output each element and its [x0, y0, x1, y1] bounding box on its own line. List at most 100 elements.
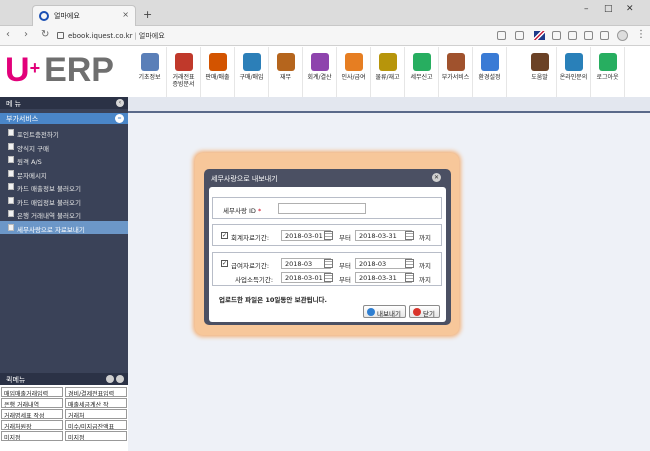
- business-to-word: 까지: [419, 276, 431, 284]
- url-field[interactable]: ebook.iquest.co.kr | 얼마에요: [68, 31, 165, 41]
- menu-item-label: 온라인문의: [559, 74, 588, 81]
- menu-item-label: 재무: [279, 74, 292, 81]
- extension-icon[interactable]: [552, 31, 561, 40]
- sidebar-item[interactable]: 카드 매출정보 불러오기: [0, 180, 128, 194]
- quick-menu-item[interactable]: 매출세금계산 작: [65, 398, 127, 408]
- sidebar-item[interactable]: 은행 거래내역 불러오기: [0, 207, 128, 221]
- menu-item-r0[interactable]: 도움말: [523, 47, 557, 97]
- quick-menu-label: 퀵메뉴: [6, 376, 26, 384]
- payroll-to-calendar-icon[interactable]: [405, 259, 414, 268]
- taxid-row: 세무사랑 ID *: [213, 202, 443, 216]
- language-flag-icon[interactable]: [534, 31, 545, 40]
- taxid-input[interactable]: [278, 203, 366, 214]
- capture-icon[interactable]: [568, 31, 577, 40]
- payroll-checkbox[interactable]: ✓: [221, 260, 228, 267]
- accounting-to-word: 까지: [419, 234, 431, 242]
- menu-item-label: 로그아웃: [596, 74, 619, 81]
- menu-item-r1[interactable]: 온라인문의: [557, 47, 591, 97]
- menu-item-label: 환경설정: [478, 74, 501, 81]
- browser-menu-icon[interactable]: ⋮: [636, 29, 646, 40]
- check-icon: [367, 308, 375, 316]
- payroll-box: ✓ 급여자료기간: 2018-03 부터 2018-03 까지 사업소득기간: …: [212, 252, 442, 286]
- business-label: 사업소득기간:: [235, 276, 274, 284]
- quick-menu-item[interactable]: 거래처원장: [1, 420, 63, 430]
- retention-note: 업로드한 파일은 10일동안 보관됩니다.: [219, 296, 328, 304]
- menu-item-label: 구매/매입: [239, 74, 264, 81]
- reader-icon[interactable]: [497, 31, 506, 40]
- help-icon: [530, 53, 549, 71]
- history-icon[interactable]: [600, 31, 609, 40]
- quick-menu-item[interactable]: 매입매출거래입력: [1, 387, 63, 397]
- quick-menu-item[interactable]: 미지정: [1, 431, 63, 441]
- quick-menu-item[interactable]: 은행 거래내역: [1, 398, 63, 408]
- accounting-box: ✓ 회계자료기간: 2018-03-01 부터 2018-03-31 까지: [212, 224, 442, 246]
- dialog-close-icon[interactable]: ✕: [432, 173, 441, 182]
- export-dialog: 세무사랑으로 내보내기 ✕ 세무사랑 ID * ✓ 회계자료기간: 2018-0…: [204, 169, 451, 325]
- uplus-erp-logo: U+ ERP: [5, 53, 114, 87]
- quick-menu-header: 퀵메뉴: [0, 373, 128, 385]
- tab-close-icon[interactable]: ×: [122, 10, 129, 19]
- quick-menu-item[interactable]: 미수/미지급잔액표: [65, 420, 127, 430]
- document-icon: [8, 129, 14, 136]
- sidebar-item[interactable]: 문자메시지: [0, 167, 128, 181]
- payroll-to-word: 까지: [419, 262, 431, 270]
- maximize-button[interactable]: □: [604, 4, 613, 14]
- sidebar-item[interactable]: 세무사랑으로 자료보내기: [0, 220, 128, 234]
- quick-menu-item[interactable]: 거래명세표 작성: [1, 409, 63, 419]
- menu-item-3[interactable]: 구매/매입: [235, 47, 269, 97]
- window-close-button[interactable]: ✕: [626, 4, 634, 14]
- menu-item-9[interactable]: 부가서비스: [439, 47, 473, 97]
- profile-avatar-icon[interactable]: [617, 30, 628, 41]
- menu-item-0[interactable]: 기초정보: [133, 47, 167, 97]
- accounting-checkbox[interactable]: ✓: [221, 232, 228, 239]
- back-button[interactable]: ‹: [6, 29, 10, 40]
- quick-menu-item[interactable]: 경비/결제전표입력: [65, 387, 127, 397]
- sidebar-item-label: 문자메시지: [17, 171, 47, 180]
- business-to-calendar-icon[interactable]: [405, 273, 414, 282]
- forward-button[interactable]: ›: [24, 29, 28, 40]
- business-to-input[interactable]: 2018-03-31: [355, 272, 412, 283]
- sidebar-menu-list: 포인트충전하기 양식지 구매 원격 A/S 문자메시지 카드 매출정보 불러오기 카드 매…: [0, 126, 128, 234]
- menu-item-4[interactable]: 재무: [269, 47, 303, 97]
- dialog-body: 세무사랑 ID * ✓ 회계자료기간: 2018-03-01 부터 2018-0…: [209, 187, 446, 322]
- sidebar-item[interactable]: 양식지 구매: [0, 140, 128, 154]
- business-from-calendar-icon[interactable]: [324, 273, 333, 282]
- close-button[interactable]: 닫기: [409, 305, 440, 318]
- logistics-icon: [378, 53, 397, 71]
- menu-item-10[interactable]: 환경설정: [473, 47, 507, 97]
- download-icon[interactable]: [584, 31, 593, 40]
- browser-tab[interactable]: 얼마에요 ×: [32, 5, 136, 26]
- menu-item-2[interactable]: 판매/매출: [201, 47, 235, 97]
- accounting-to-calendar-icon[interactable]: [405, 231, 414, 240]
- online-inquiry-icon: [564, 53, 583, 71]
- sidebar-item[interactable]: 카드 매입정보 불러오기: [0, 194, 128, 208]
- quick-menu-collapse-icon[interactable]: [116, 375, 124, 383]
- payroll-to-input[interactable]: 2018-03: [355, 258, 412, 269]
- sidebar-item[interactable]: 포인트충전하기: [0, 126, 128, 140]
- menu-item-1[interactable]: 거래전표 증빙문서: [167, 47, 201, 97]
- menu-item-8[interactable]: 세무신고: [405, 47, 439, 97]
- export-button[interactable]: 내보내기: [363, 305, 406, 318]
- menu-item-r2[interactable]: 로그아웃: [591, 47, 625, 97]
- menu-item-label: 물류/재고: [375, 74, 400, 81]
- accounting-to-input[interactable]: 2018-03-31: [355, 230, 412, 241]
- quick-menu-settings-icon[interactable]: [106, 375, 114, 383]
- new-tab-button[interactable]: +: [143, 8, 152, 21]
- business-row: 사업소득기간: 2018-03-01 부터 2018-03-31 까지: [213, 271, 443, 285]
- minimize-button[interactable]: –: [584, 4, 589, 14]
- quick-menu-item[interactable]: 미지정: [65, 431, 127, 441]
- payroll-from-calendar-icon[interactable]: [324, 259, 333, 268]
- sidebar-section-addon[interactable]: 부가서비스 –: [0, 113, 128, 124]
- reload-button[interactable]: ↻: [41, 29, 49, 40]
- document-icon: [8, 156, 14, 163]
- bookmark-icon[interactable]: [515, 31, 524, 40]
- section-collapse-icon[interactable]: –: [115, 114, 124, 123]
- menu-item-7[interactable]: 물류/재고: [371, 47, 405, 97]
- menu-item-6[interactable]: 인사/급여: [337, 47, 371, 97]
- accounting-from-calendar-icon[interactable]: [324, 231, 333, 240]
- sidebar-collapse-icon[interactable]: ‹: [116, 99, 124, 107]
- accounting-from-word: 부터: [339, 234, 351, 242]
- menu-item-5[interactable]: 회계/결산: [303, 47, 337, 97]
- sidebar-item[interactable]: 원격 A/S: [0, 153, 128, 167]
- quick-menu-item[interactable]: 거래처: [65, 409, 127, 419]
